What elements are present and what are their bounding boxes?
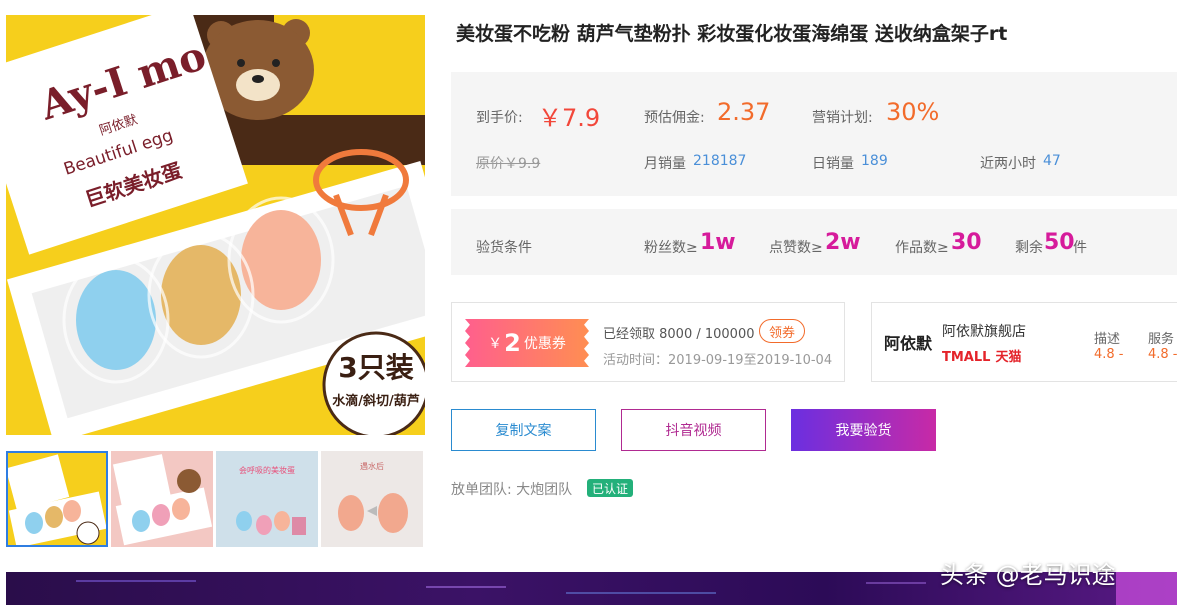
product-title: 美妆蛋不吃粉 葫芦气垫粉扑 彩妆蛋化妆蛋海绵蛋 送收纳盒架子rt <box>456 23 1008 45</box>
daily-sales-value: 189 <box>861 153 888 169</box>
product-photo: Ay-I mo 阿依默 Beautiful egg 巨软美妆蛋 3只装 水滴/斜… <box>6 15 425 435</box>
badge-sub: 水滴/斜切/葫芦 <box>332 393 420 409</box>
shop-card[interactable]: 阿依默 阿依默旗舰店 TMALL 天猫 描述 4.8 - 服务 4.8 - <box>871 302 1177 382</box>
score-label-desc: 描述 <box>1094 332 1121 347</box>
final-price-label: 到手价: <box>476 110 523 126</box>
fans-condition-value: 1w <box>700 230 736 255</box>
shop-name[interactable]: 阿依默旗舰店 <box>942 321 1026 341</box>
commission-value: 2.37 <box>717 98 771 126</box>
thumbnail-1[interactable] <box>6 451 108 547</box>
daily-sales-label: 日销量 <box>812 156 854 172</box>
shop-logo: 阿依默 <box>884 334 933 353</box>
monthly-sales-value: 218187 <box>693 153 747 169</box>
quantity-badge <box>322 331 425 435</box>
thumbnail-3[interactable]: 会呼吸的美妆蛋 <box>216 451 318 547</box>
watermark: 头条 @老马识途 <box>940 561 1116 589</box>
thumbnail-4[interactable]: 遇水后 <box>321 451 423 547</box>
coupon-period: 活动时间：2019-09-19至2019-10-04 <box>603 353 833 368</box>
coupon-claimed: 已经领取 8000 / 100000 <box>603 327 755 342</box>
works-condition-value: 30 <box>951 230 982 255</box>
conditions-label: 验货条件 <box>476 240 532 256</box>
coupon-amount: 2 <box>504 329 521 357</box>
likes-condition-label: 点赞数≥ <box>769 240 823 256</box>
request-sample-button[interactable]: 我要验货 <box>791 409 936 451</box>
coupon-currency: ￥ <box>488 336 503 352</box>
two-hour-sales-value: 47 <box>1043 153 1061 169</box>
conditions-panel: 验货条件 粉丝数≥ 1w 点赞数≥ 2w 作品数≥ 30 剩余 50 件 <box>451 209 1177 275</box>
coupon-label: 优惠券 <box>523 336 566 352</box>
original-price: 原价￥9.9 <box>476 156 541 172</box>
remaining-label: 剩余 <box>1015 240 1043 256</box>
blue-egg <box>76 270 156 370</box>
remaining-value: 50 <box>1044 230 1075 255</box>
copy-text-button[interactable]: 复制文案 <box>451 409 596 451</box>
likes-condition-value: 2w <box>825 230 861 255</box>
works-condition-label: 作品数≥ <box>895 240 949 256</box>
coupon-card: ￥ 2 优惠券 已经领取 8000 / 100000 领券 活动时间：2019-… <box>451 302 845 382</box>
two-hour-sales-label: 近两小时 <box>980 156 1036 172</box>
marketing-plan-label: 营销计划: <box>812 110 873 126</box>
score-value-desc: 4.8 - <box>1094 347 1124 362</box>
svg-text:遇水后: 遇水后 <box>360 461 384 471</box>
verified-badge: 已认证 <box>587 479 634 497</box>
fans-condition-label: 粉丝数≥ <box>644 240 698 256</box>
marketing-plan-value: 30% <box>886 98 940 126</box>
douyin-video-button[interactable]: 抖音视频 <box>621 409 766 451</box>
price-panel: 到手价: ￥7.9 预估佣金: 2.37 营销计划: 30% 原价￥9.9 月销… <box>451 72 1177 196</box>
team-label: 放单团队: 大炮团队 <box>451 482 573 498</box>
score-value-service: 4.8 - <box>1148 347 1177 362</box>
final-price-value: ￥7.9 <box>538 104 601 132</box>
remaining-suffix: 件 <box>1073 240 1087 256</box>
svg-text:会呼吸的美妆蛋: 会呼吸的美妆蛋 <box>239 465 295 475</box>
score-label-service: 服务 <box>1148 332 1175 347</box>
product-main-image: Ay-I mo 阿依默 Beautiful egg 巨软美妆蛋 3只装 水滴/斜… <box>6 15 425 435</box>
coupon-tag[interactable]: ￥ 2 优惠券 <box>465 319 589 367</box>
badge-main: 3只装 <box>338 351 413 384</box>
commission-label: 预估佣金: <box>644 110 705 126</box>
claim-coupon-button[interactable]: 领券 <box>759 319 805 343</box>
monthly-sales-label: 月销量 <box>644 156 686 172</box>
thumbnail-strip: 会呼吸的美妆蛋 遇水后 <box>6 451 425 547</box>
thumbnail-2[interactable] <box>111 451 213 547</box>
tmall-badge: TMALL 天猫 <box>942 350 1022 365</box>
